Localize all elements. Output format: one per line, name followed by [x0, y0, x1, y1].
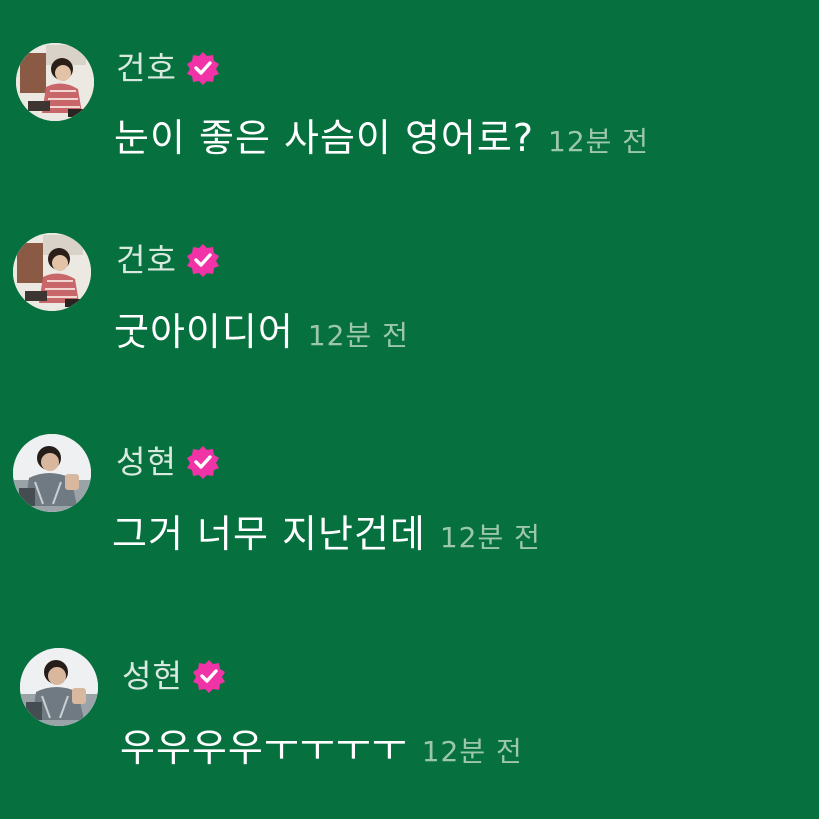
- author-name[interactable]: 건호: [116, 238, 177, 282]
- comment-text: 우우우우ㅜㅜㅜㅜ: [120, 726, 408, 770]
- avatar[interactable]: [20, 648, 98, 726]
- comment-timestamp: 12분 전: [307, 319, 409, 352]
- user-photo-icon: [20, 648, 98, 726]
- user-photo-icon: [13, 434, 91, 512]
- author-name[interactable]: 성현: [122, 654, 183, 698]
- verified-badge-icon: [191, 658, 227, 694]
- avatar[interactable]: [13, 434, 91, 512]
- comment-timestamp: 12분 전: [421, 735, 523, 768]
- comment-timestamp: 12분 전: [548, 125, 650, 158]
- comment-text: 그거 너무 지난건데: [112, 512, 426, 556]
- comment-item[interactable]: 성현 우우우우ㅜㅜㅜㅜ 12분 전: [0, 0, 819, 770]
- verified-badge-icon: [185, 242, 221, 278]
- avatar[interactable]: [13, 233, 91, 311]
- comment-timestamp: 12분 전: [439, 521, 541, 554]
- user-photo-icon: [13, 233, 91, 311]
- comment-text: 굿아이디어: [114, 310, 294, 354]
- verified-badge-icon: [185, 444, 221, 480]
- author-name[interactable]: 성현: [116, 440, 177, 484]
